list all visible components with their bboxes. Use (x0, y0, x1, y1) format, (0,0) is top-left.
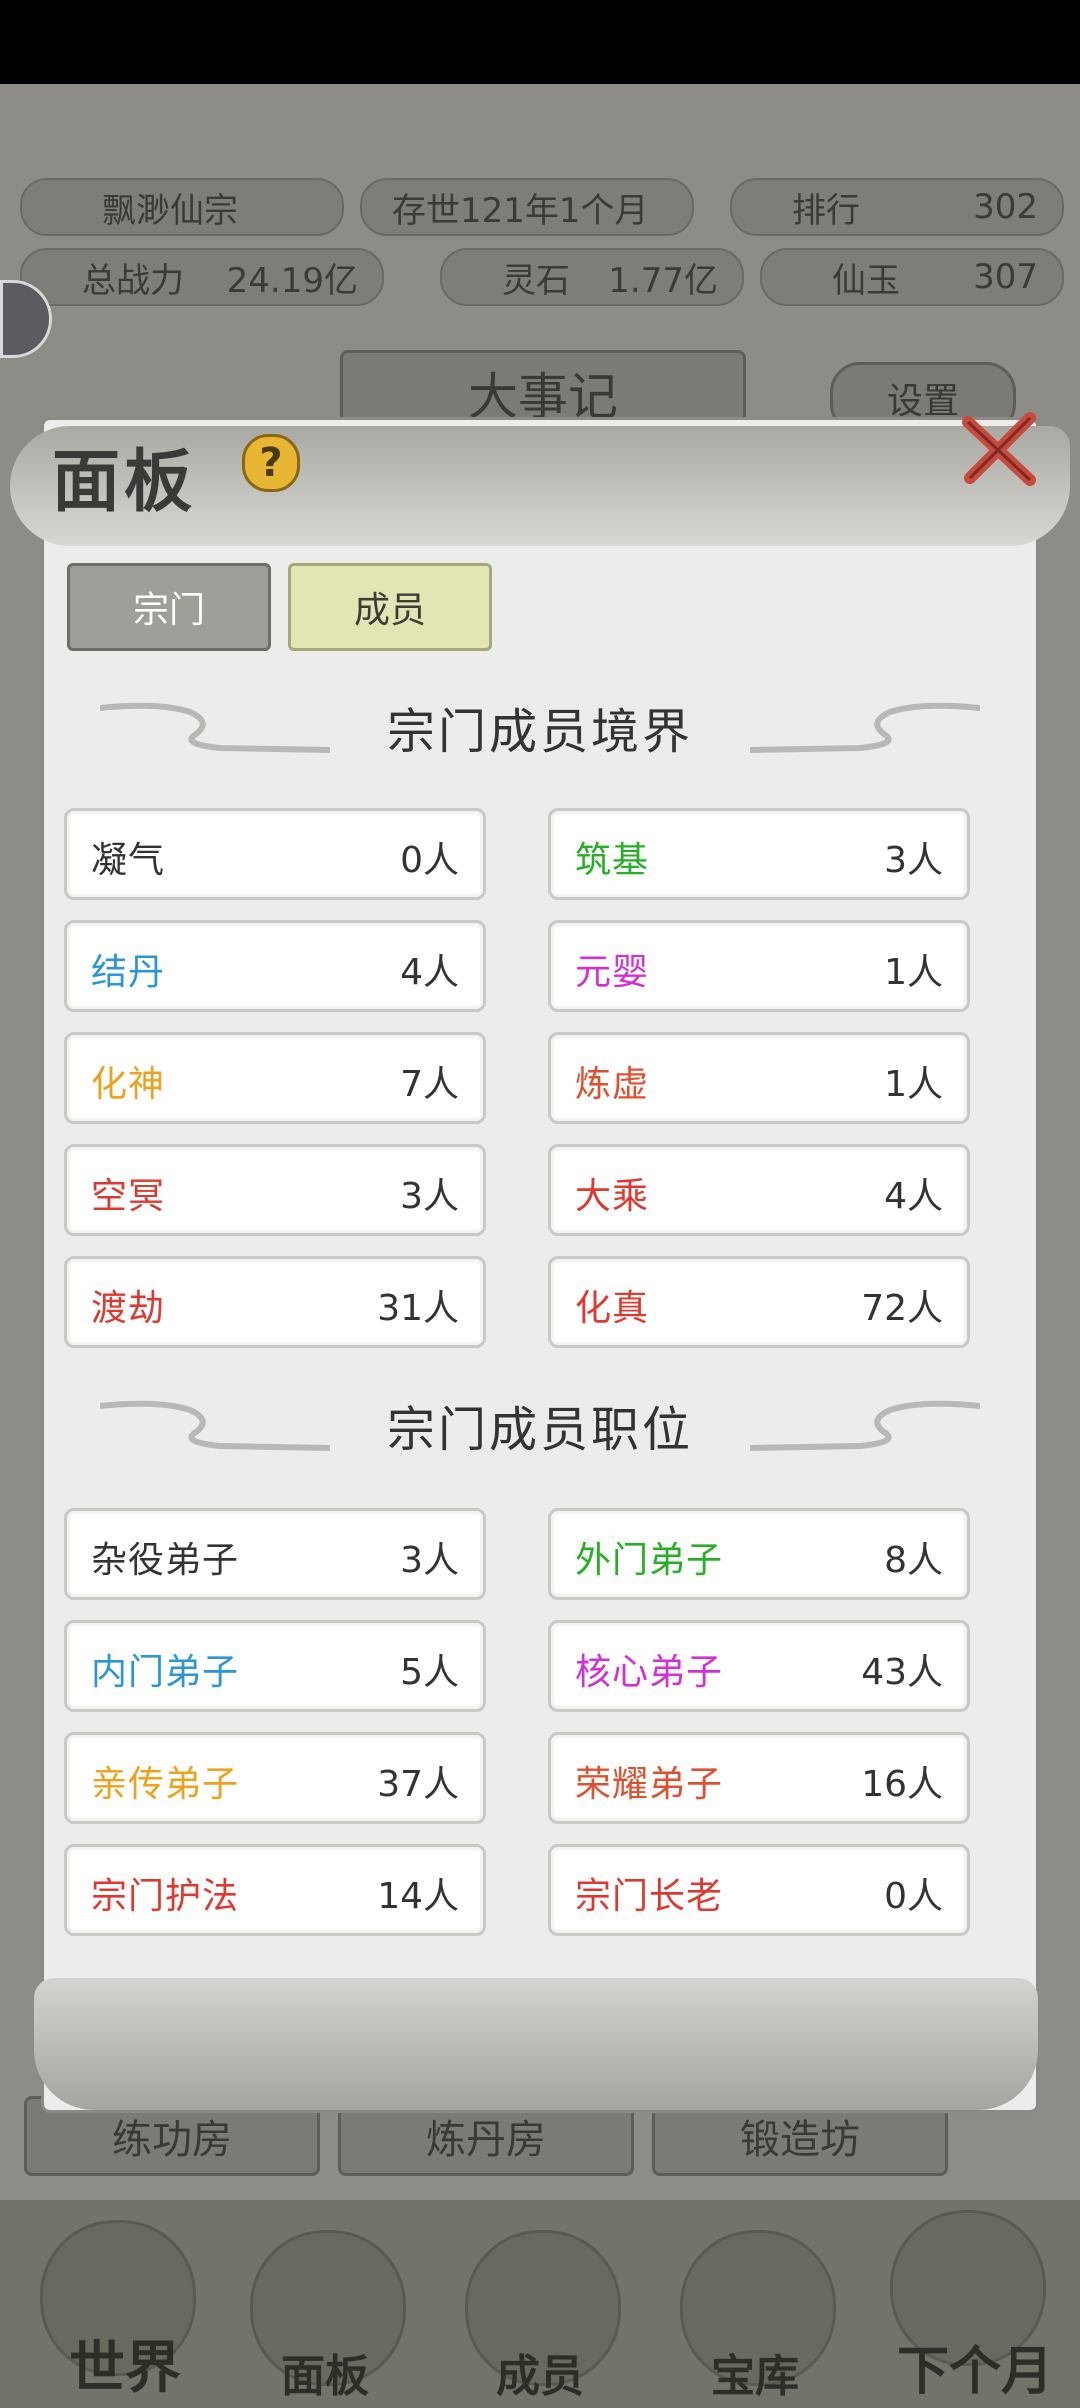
realm-count: 0人 (400, 840, 459, 881)
realm-count: 72人 (861, 1288, 943, 1329)
realm-card: 炼虚 1人 (548, 1032, 970, 1124)
realm-card: 结丹 4人 (64, 920, 486, 1012)
bottom-nav: 世界 面板 成员 宝库 下个月 (0, 2200, 1080, 2408)
realm-count: 3人 (400, 1176, 459, 1217)
power-value: 24.19亿 (226, 260, 358, 301)
realm-label: 大乘 (575, 1176, 650, 1217)
position-card: 宗门长老 0人 (548, 1844, 970, 1936)
realm-count: 1人 (884, 952, 943, 993)
realm-count: 4人 (400, 952, 459, 993)
nav-members[interactable]: 成员 (465, 2340, 615, 2404)
realm-label: 化神 (91, 1064, 166, 1105)
right-cloud-ornament-2 (750, 1400, 980, 1451)
realm-label: 元婴 (575, 952, 650, 993)
jade-value: 307 (973, 257, 1038, 297)
realm-label: 渡劫 (91, 1288, 166, 1329)
realm-card: 化神 7人 (64, 1032, 486, 1124)
position-card: 内门弟子 5人 (64, 1620, 486, 1712)
sect-name-pill: 飘渺仙宗 (20, 178, 344, 236)
nav-world[interactable]: 世界 (40, 2323, 210, 2404)
position-label: 内门弟子 (91, 1652, 240, 1693)
help-icon[interactable]: ? (242, 434, 300, 492)
position-label: 荣耀弟子 (575, 1764, 724, 1805)
realm-count: 31人 (377, 1288, 459, 1329)
realm-card: 筑基 3人 (548, 808, 970, 900)
power-label: 总战力 (82, 260, 184, 301)
position-card: 核心弟子 43人 (548, 1620, 970, 1712)
position-card: 杂役弟子 3人 (64, 1508, 486, 1600)
position-count: 3人 (400, 1540, 459, 1581)
rank-label: 排行 (792, 190, 860, 231)
realm-count: 4人 (884, 1176, 943, 1217)
position-label: 外门弟子 (575, 1540, 724, 1581)
position-card: 荣耀弟子 16人 (548, 1732, 970, 1824)
training-room-label: 练功房 (112, 2117, 232, 2163)
position-label: 宗门护法 (91, 1876, 240, 1917)
position-count: 14人 (377, 1876, 459, 1917)
realm-label: 结丹 (91, 952, 166, 993)
position-count: 43人 (861, 1652, 943, 1693)
spirit-stone-pill: 灵石 1.77亿 (440, 248, 744, 306)
tab-sect[interactable]: 宗门 (67, 563, 271, 651)
forge-label: 锻造坊 (740, 2117, 860, 2163)
position-count: 16人 (861, 1764, 943, 1805)
position-count: 0人 (884, 1876, 943, 1917)
jade-label: 仙玉 (832, 260, 900, 301)
position-label: 核心弟子 (575, 1652, 724, 1693)
nav-treasury[interactable]: 宝库 (680, 2340, 830, 2404)
realm-card: 渡劫 31人 (64, 1256, 486, 1348)
realm-count: 3人 (884, 840, 943, 881)
tab-members[interactable]: 成员 (288, 563, 492, 651)
right-cloud-ornament (750, 702, 980, 753)
sect-age: 存世121年1个月 (392, 190, 649, 231)
position-card: 宗门护法 14人 (64, 1844, 486, 1936)
position-label: 杂役弟子 (91, 1540, 240, 1581)
realm-card: 凝气 0人 (64, 808, 486, 900)
realm-label: 筑基 (575, 840, 650, 881)
panel-bottom-decoration (34, 1978, 1038, 2110)
position-label: 宗门长老 (575, 1876, 724, 1917)
jade-pill: 仙玉 307 (760, 248, 1064, 306)
alchemy-room-label: 炼丹房 (426, 2117, 546, 2163)
spirit-stone-label: 灵石 (502, 260, 570, 301)
realm-label: 炼虚 (575, 1064, 650, 1105)
realm-card: 大乘 4人 (548, 1144, 970, 1236)
sect-name: 飘渺仙宗 (102, 190, 238, 231)
realm-count: 7人 (400, 1064, 459, 1105)
rank-pill[interactable]: 排行 302 (730, 178, 1064, 236)
position-count: 8人 (884, 1540, 943, 1581)
realm-label: 凝气 (91, 840, 166, 881)
position-card: 外门弟子 8人 (548, 1508, 970, 1600)
realm-label: 化真 (575, 1288, 650, 1329)
position-card: 亲传弟子 37人 (64, 1732, 486, 1824)
position-count: 37人 (377, 1764, 459, 1805)
rank-value: 302 (973, 187, 1038, 227)
realm-card: 化真 72人 (548, 1256, 970, 1348)
close-icon[interactable] (958, 408, 1042, 492)
status-bar (0, 0, 1080, 84)
power-pill: 总战力 24.19亿 (20, 248, 384, 306)
realm-card: 空冥 3人 (64, 1144, 486, 1236)
realm-count: 1人 (884, 1064, 943, 1105)
spirit-stone-value: 1.77亿 (608, 260, 718, 301)
nav-panel[interactable]: 面板 (250, 2340, 400, 2404)
nav-next-month[interactable]: 下个月 (880, 2329, 1070, 2404)
realm-card: 元婴 1人 (548, 920, 970, 1012)
realm-label: 空冥 (91, 1176, 166, 1217)
panel-title: 面板 (52, 442, 197, 522)
position-label: 亲传弟子 (91, 1764, 240, 1805)
sect-age-pill: 存世121年1个月 (360, 178, 694, 236)
panel-header: 面板 ? (10, 396, 1070, 556)
position-count: 5人 (400, 1652, 459, 1693)
